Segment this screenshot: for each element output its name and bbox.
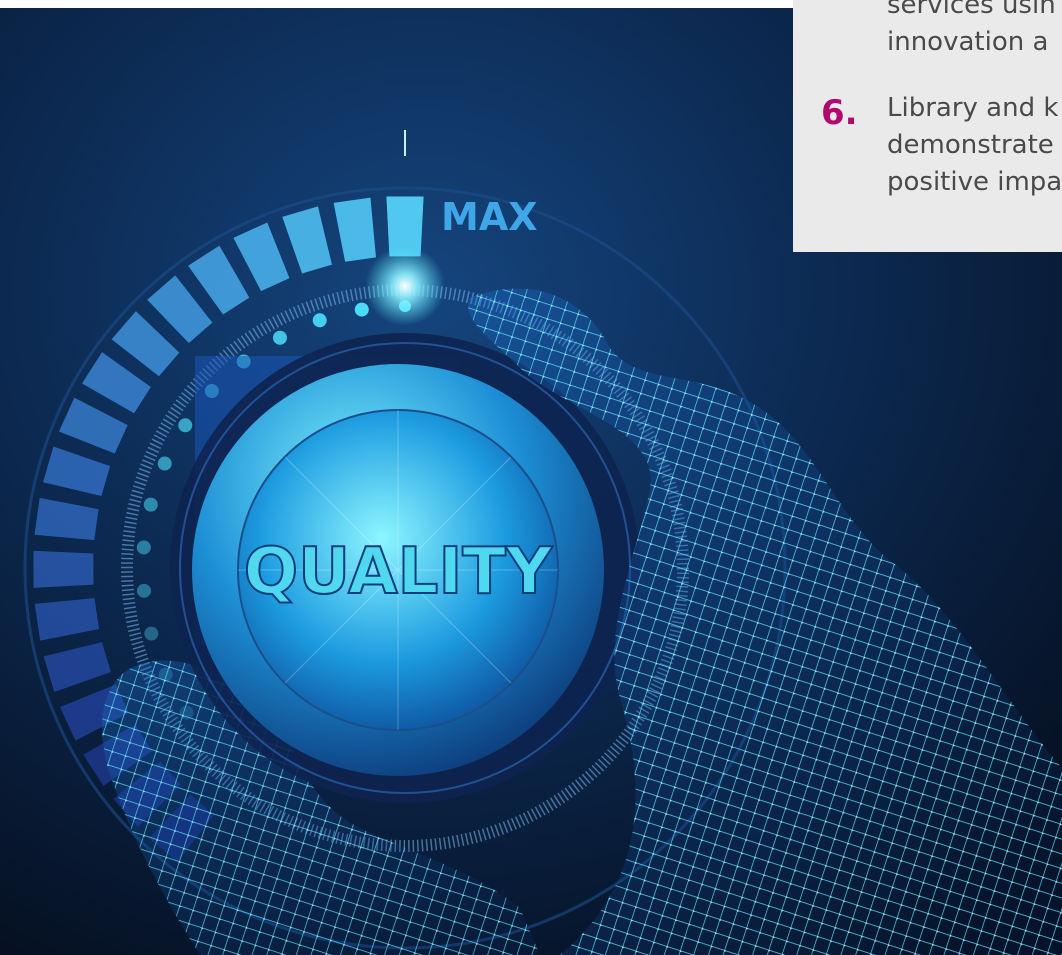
- item-6-line-2: demonstrate: [887, 130, 1054, 160]
- item-6-number: 6.: [821, 93, 858, 133]
- max-glow: [365, 246, 445, 326]
- level-dot: [143, 497, 158, 512]
- level-dot: [136, 583, 151, 598]
- level-dot: [272, 330, 287, 345]
- level-dot: [136, 540, 151, 555]
- item-6-line-1: Library and k: [887, 93, 1059, 123]
- level-dot: [157, 456, 172, 471]
- max-label: MAX: [441, 195, 538, 239]
- level-dot: [312, 313, 327, 328]
- level-dot: [144, 626, 159, 641]
- scale-bar: [33, 550, 94, 588]
- info-panel: services usin innovation a 6. Library an…: [793, 0, 1062, 252]
- knob-label: QUALITY: [244, 535, 553, 609]
- level-dot: [178, 418, 193, 433]
- item-6-line-3: positive impa: [887, 167, 1062, 197]
- item-5-line-1: services usin: [887, 0, 1056, 20]
- level-dot: [354, 302, 369, 317]
- item-5-line-2: innovation a: [887, 27, 1049, 57]
